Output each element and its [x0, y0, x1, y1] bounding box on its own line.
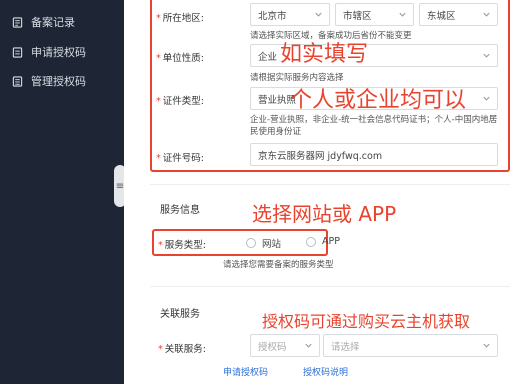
chevron-down-icon — [482, 341, 491, 350]
sidebar-item-apply-code[interactable]: 申请授权码 — [0, 42, 124, 62]
related-service-label: * 关联服务: — [158, 344, 206, 355]
radio-circle — [246, 238, 256, 248]
chevron-down-icon — [398, 10, 407, 19]
cert-type-label: * 证件类型: — [156, 96, 204, 107]
menu-icon: ≡ — [115, 180, 125, 192]
annotation-fill-truthfully: 如实填写 — [280, 42, 369, 67]
record-icon — [11, 16, 23, 28]
radio-app[interactable]: APP — [306, 236, 340, 247]
province-select[interactable]: 北京市 — [250, 3, 330, 26]
cert-type-hint: 企业-营业执照，非企业-统一社会信息代码证书；个人-中国内地居民使用身份证 — [250, 115, 498, 137]
sidebar-item-manage-code[interactable]: 管理授权码 — [0, 71, 124, 91]
chevron-down-icon — [482, 51, 491, 60]
district-select[interactable]: 东城区 — [419, 3, 498, 26]
related-service-title: 关联服务 — [160, 309, 200, 320]
service-type-label: * 服务类型: — [158, 240, 206, 251]
chevron-down-icon — [314, 10, 323, 19]
annotation-choose-site-or-app: 选择网站或 APP — [252, 202, 397, 226]
apply-icon — [11, 46, 23, 58]
cert-no-label: * 证件号码: — [156, 153, 204, 164]
radio-website[interactable]: 网站 — [246, 236, 281, 250]
cert-no-input[interactable]: 京东云服务器网 jdyfwq.com — [250, 143, 498, 166]
section-divider — [150, 184, 510, 185]
apply-auth-code-link[interactable]: 申请授权码 — [223, 365, 268, 378]
annotation-personal-or-company: 个人或企业均可以 — [290, 88, 467, 113]
sidebar-item-records[interactable]: 备案记录 — [0, 12, 124, 32]
auth-code-help-link[interactable]: 授权码说明 — [303, 365, 348, 378]
chevron-down-icon — [482, 94, 491, 103]
sidebar: 备案记录 申请授权码 管理授权码 — [0, 0, 124, 384]
radio-circle — [306, 236, 316, 247]
region-label: * 所在地区: — [156, 13, 204, 24]
main-content: * 所在地区: 北京市 市辖区 东城区 请选择实际区域，备案成功后省份不能变更 *… — [124, 0, 513, 384]
city-select[interactable]: 市辖区 — [335, 3, 414, 26]
service-info-title: 服务信息 — [160, 205, 200, 216]
chevron-down-icon — [482, 10, 491, 19]
sidebar-item-label: 管理授权码 — [31, 75, 86, 88]
org-type-label: * 单位性质: — [156, 53, 204, 64]
sidebar-item-label: 备案记录 — [31, 16, 75, 29]
sidebar-item-label: 申请授权码 — [31, 46, 86, 59]
auth-code-select[interactable]: 授权码 — [250, 334, 320, 357]
manage-icon — [11, 75, 23, 87]
related-service-select[interactable]: 请选择 — [323, 334, 498, 357]
section-divider — [150, 286, 510, 287]
chevron-down-icon — [304, 341, 313, 350]
service-type-hint: 请选择您需要备案的服务类型 — [223, 260, 334, 270]
annotation-auth-code-source: 授权码可通过购买云主机获取 — [262, 312, 471, 331]
